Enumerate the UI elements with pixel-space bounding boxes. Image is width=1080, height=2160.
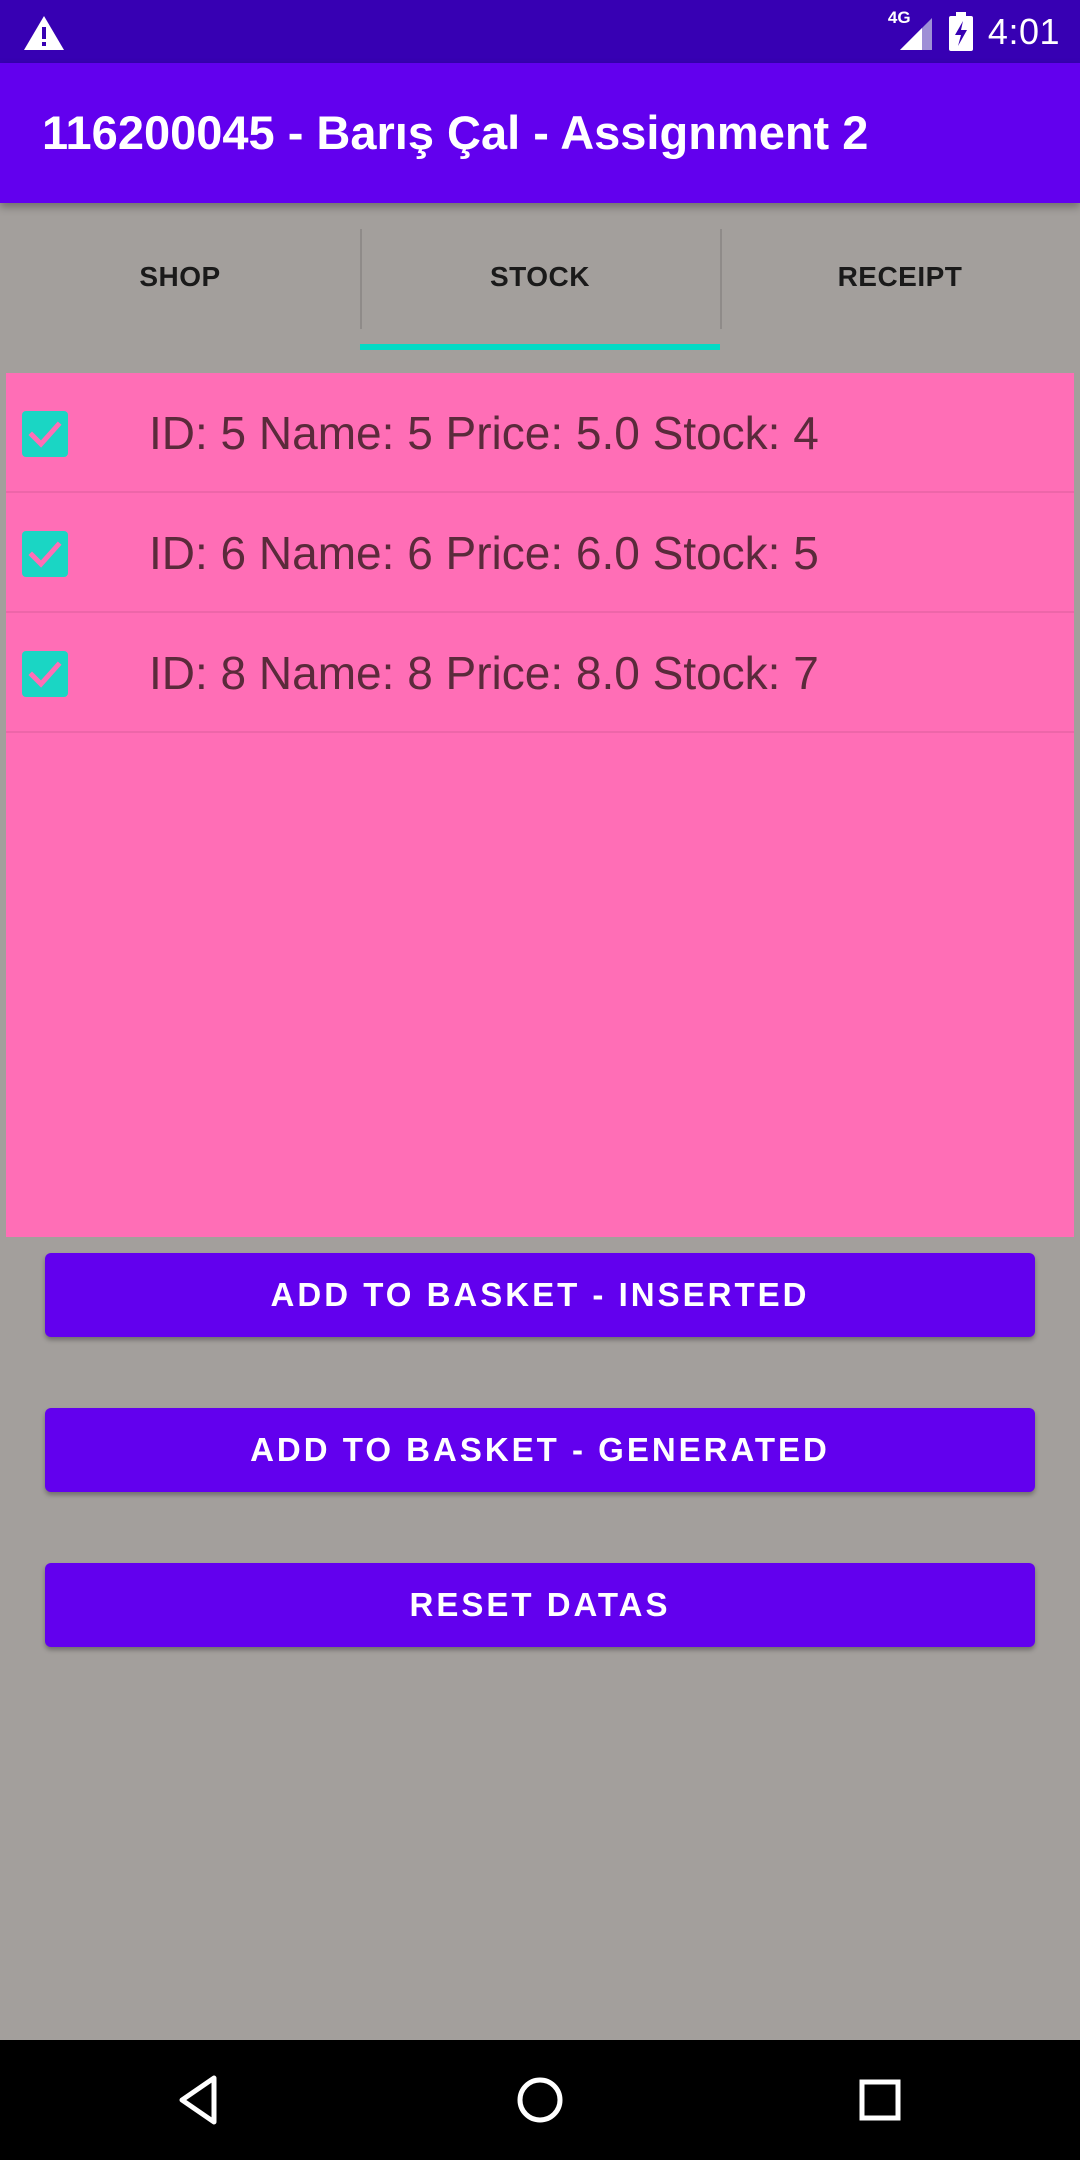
item-checkbox[interactable]: [22, 531, 68, 577]
list-item[interactable]: ID: 5 Name: 5 Price: 5.0 Stock: 4: [6, 373, 1074, 493]
check-icon: [28, 661, 62, 688]
item-text: ID: 6 Name: 6 Price: 6.0 Stock: 5: [149, 527, 819, 579]
signal-icon: 4G: [888, 8, 934, 52]
status-bar: 4G 4:01: [0, 0, 1080, 63]
tab-receipt[interactable]: RECEIPT: [720, 203, 1080, 350]
app-title: 116200045 - Barış Çal - Assignment 2: [42, 106, 869, 159]
item-checkbox[interactable]: [22, 651, 68, 697]
check-icon: [28, 421, 62, 448]
stock-list: ID: 5 Name: 5 Price: 5.0 Stock: 4 ID: 6 …: [6, 373, 1074, 1237]
list-item[interactable]: ID: 6 Name: 6 Price: 6.0 Stock: 5: [6, 493, 1074, 613]
tab-bar: SHOP STOCK RECEIPT: [0, 203, 1080, 350]
item-text: ID: 8 Name: 8 Price: 8.0 Stock: 7: [149, 647, 819, 699]
check-icon: [28, 541, 62, 568]
tab-shop[interactable]: SHOP: [0, 203, 360, 350]
reset-datas-button[interactable]: RESET DATAS: [45, 1563, 1035, 1647]
list-item[interactable]: ID: 8 Name: 8 Price: 8.0 Stock: 7: [6, 613, 1074, 733]
status-time: 4:01: [987, 10, 1060, 52]
navigation-bar: [0, 2040, 1080, 2160]
recents-icon[interactable]: [850, 2070, 910, 2130]
warning-icon: [22, 14, 66, 52]
item-checkbox[interactable]: [22, 411, 68, 457]
add-to-basket-inserted-button[interactable]: ADD TO BASKET - INSERTED: [45, 1253, 1035, 1337]
battery-charging-icon: [948, 11, 974, 52]
back-icon[interactable]: [170, 2070, 230, 2130]
item-text: ID: 5 Name: 5 Price: 5.0 Stock: 4: [149, 407, 819, 459]
add-to-basket-generated-button[interactable]: ADD TO BASKET - GENERATED: [45, 1408, 1035, 1492]
app-bar: 116200045 - Barış Çal - Assignment 2: [0, 63, 1080, 203]
home-icon[interactable]: [510, 2070, 570, 2130]
status-icons: 4G 4:01: [888, 0, 1060, 63]
tab-stock[interactable]: STOCK: [360, 203, 720, 350]
